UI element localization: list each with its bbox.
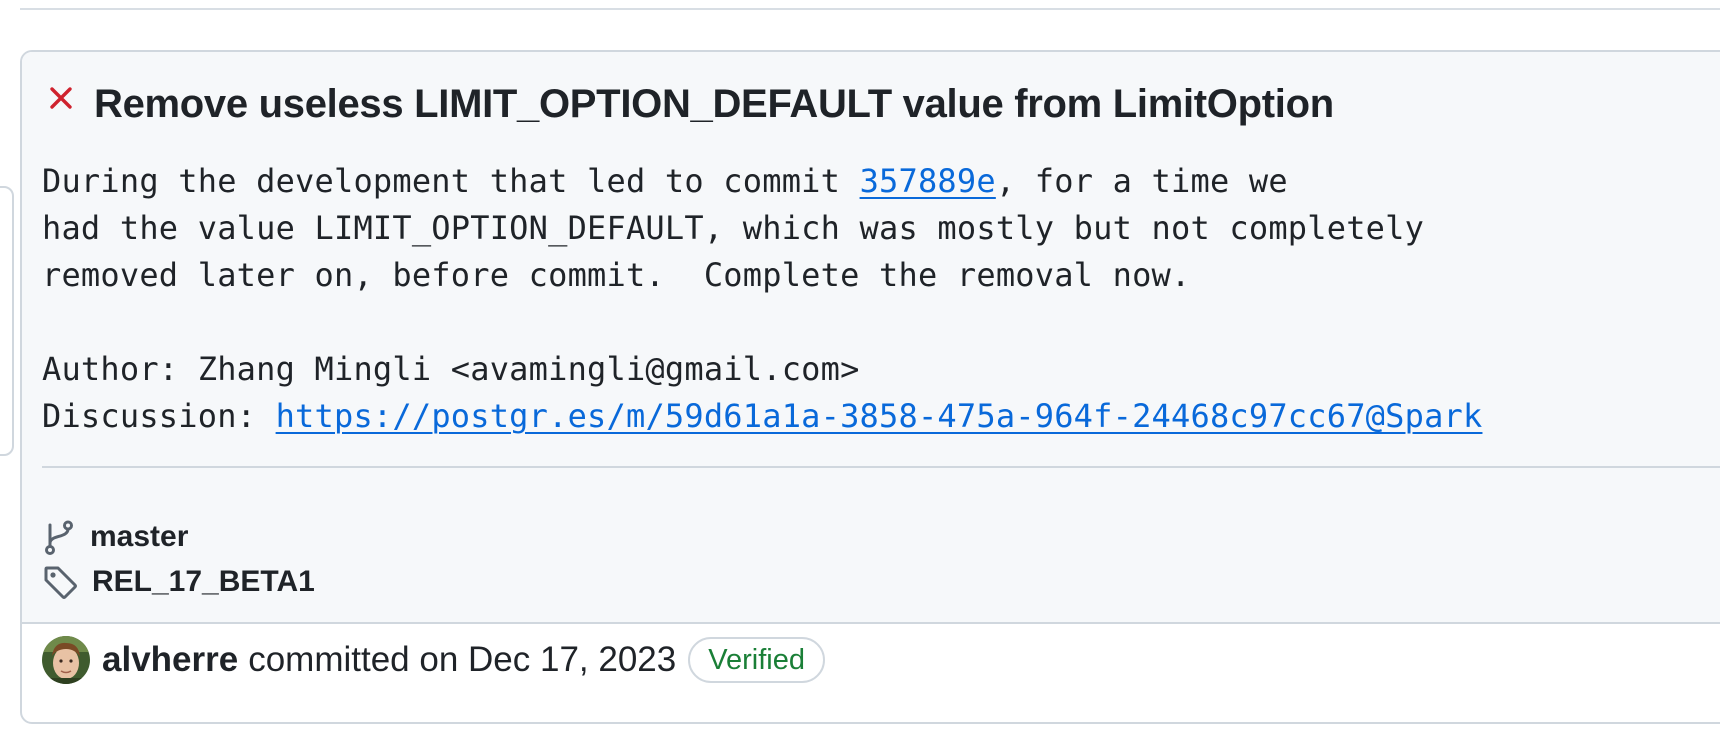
commit-hash-link[interactable]: 357889e (860, 162, 996, 200)
message-line2: had the value LIMIT_OPTION_DEFAULT, whic… (42, 209, 1425, 247)
branch-name: master (90, 520, 189, 553)
commit-footer: alvherre committed on Dec 17, 2023 Verif… (42, 632, 825, 688)
tag-ref[interactable]: REL_17_BETA1 (42, 560, 315, 604)
tag-name: REL_17_BETA1 (92, 565, 315, 598)
branch-ref[interactable]: master (42, 515, 188, 559)
message-line1-end: , for a time we (995, 162, 1288, 200)
commit-title: Remove useless LIMIT_OPTION_DEFAULT valu… (94, 82, 1334, 126)
x-icon[interactable] (46, 83, 76, 113)
avatar[interactable] (42, 636, 90, 684)
side-panel-edge (0, 186, 14, 456)
discussion-label: Discussion: (42, 397, 276, 435)
verified-badge[interactable]: Verified (688, 637, 825, 683)
commit-card: Remove useless LIMIT_OPTION_DEFAULT valu… (20, 50, 1720, 724)
message-line3: removed later on, before commit. Complet… (42, 256, 1191, 294)
commit-date: committed on Dec 17, 2023 (248, 640, 677, 679)
commit-message: During the development that led to commi… (42, 158, 1482, 440)
message-divider (42, 466, 1720, 468)
message-line1-start: During the development that led to commi… (42, 162, 860, 200)
author-name[interactable]: alvherre (102, 640, 238, 680)
git-branch-icon (42, 519, 76, 555)
tag-icon (42, 564, 78, 600)
commit-details: Remove useless LIMIT_OPTION_DEFAULT valu… (22, 52, 1720, 624)
top-divider (20, 8, 1720, 10)
discussion-link[interactable]: https://postgr.es/m/59d61a1a-3858-475a-9… (276, 397, 1483, 435)
author-line: Author: Zhang Mingli <avamingli@gmail.co… (42, 350, 860, 388)
